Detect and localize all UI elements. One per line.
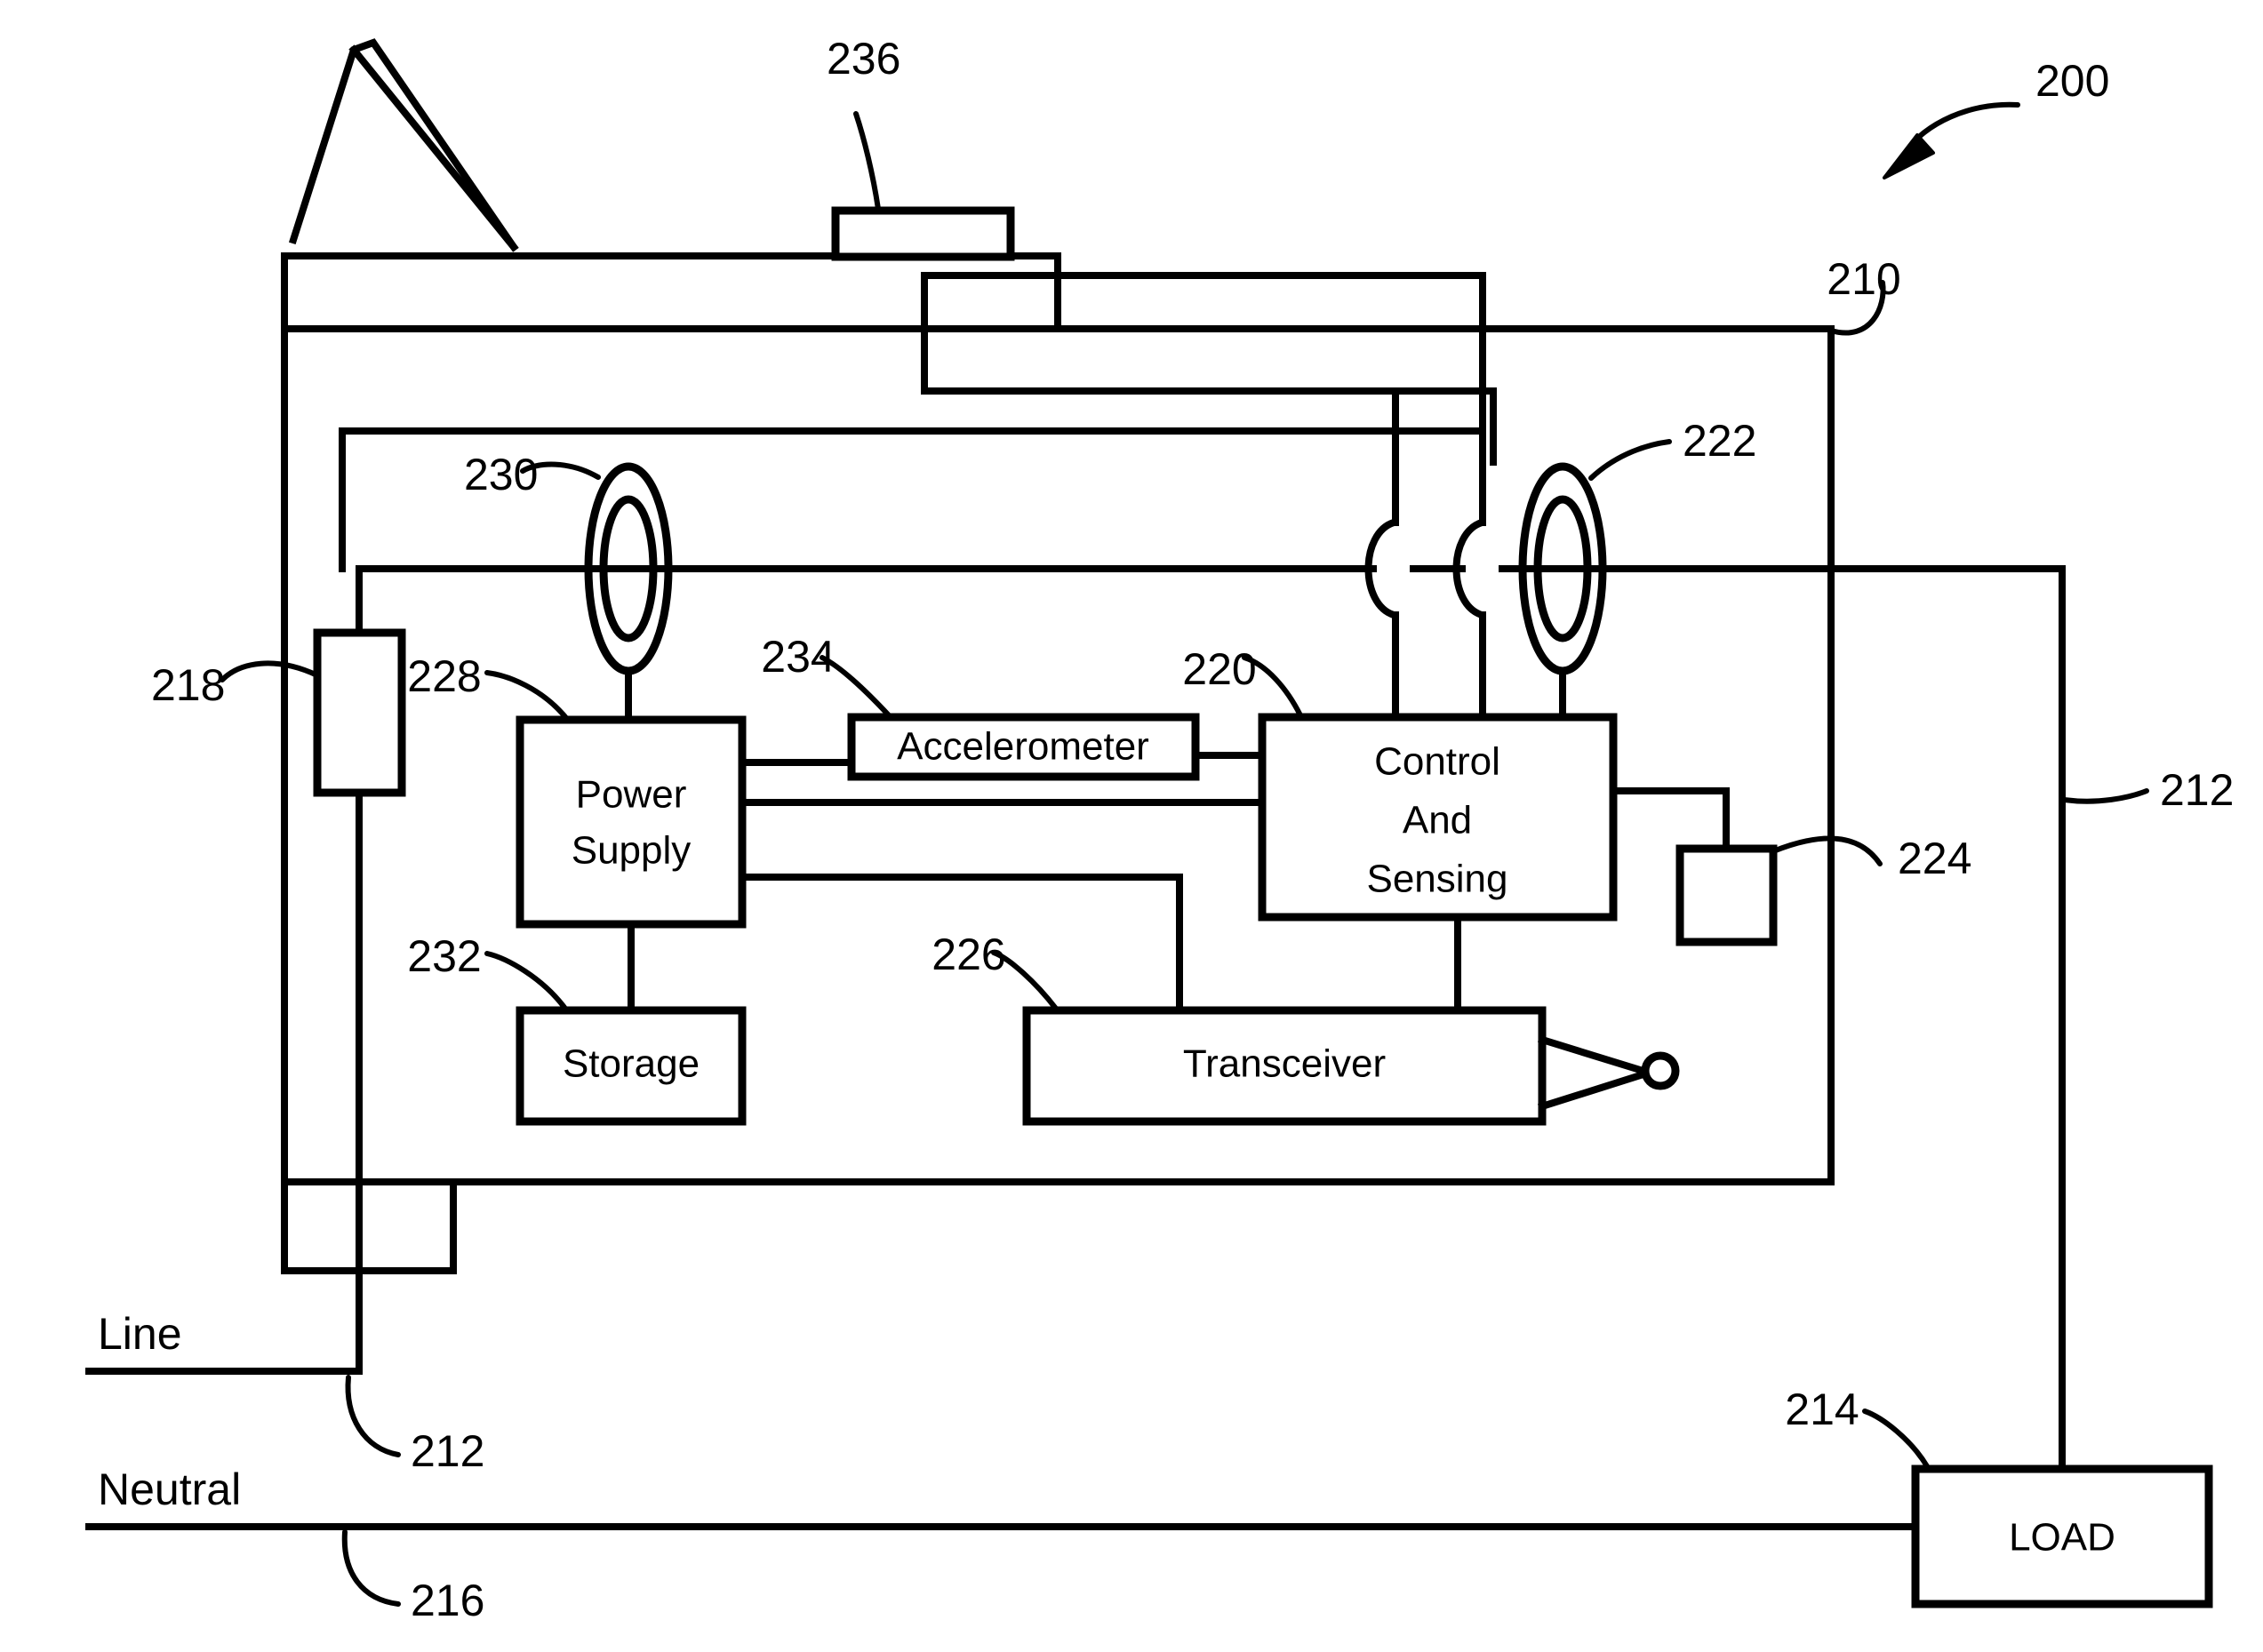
ref-234: 234 <box>761 632 835 682</box>
ref-232: 232 <box>407 931 481 981</box>
line-conductor-right <box>1827 565 2066 1532</box>
control-sensing-label-3: Sensing <box>1366 858 1507 901</box>
power-supply-label-2: Supply <box>572 829 692 873</box>
leader-216 <box>341 1529 401 1607</box>
ref-236: 236 <box>827 34 900 84</box>
ref-212-right: 212 <box>2160 765 2234 815</box>
switch-contact-218[interactable] <box>313 565 406 1185</box>
antenna-icon <box>1537 1034 1680 1112</box>
housing-bottom-terminal <box>281 1178 457 1274</box>
ref-224: 224 <box>1898 834 1971 883</box>
power-supply-block[interactable] <box>516 715 747 929</box>
control-sensing-label-1: Control <box>1374 740 1500 784</box>
power-supply-feed <box>339 427 363 636</box>
test-button-236[interactable] <box>831 206 1015 261</box>
power-supply-label-1: Power <box>576 773 687 817</box>
wire-control-sense-up <box>921 272 1486 395</box>
transceiver-label: Transceiver <box>1183 1042 1386 1086</box>
ref-210: 210 <box>1827 254 1900 304</box>
leader-214 <box>1862 1409 1930 1469</box>
ref-212-left: 212 <box>411 1426 484 1476</box>
accelerometer-label: Accelerometer <box>897 725 1149 769</box>
leader-224 <box>1771 835 1883 866</box>
ref-226: 226 <box>932 930 1005 979</box>
housing-faceplate <box>281 252 1061 332</box>
ref-230: 230 <box>464 450 538 499</box>
ref-220: 220 <box>1182 644 1256 694</box>
callout-arrow-icon <box>1883 101 2020 180</box>
toroid-coil-230 <box>584 462 673 723</box>
leader-212-left <box>345 1375 401 1457</box>
ref-216: 216 <box>411 1576 484 1625</box>
housing-inner-recess <box>339 272 1497 572</box>
patent-figure-page: 236 200 210 212 218 230 222 Power Supply… <box>0 0 2263 1652</box>
storage-block[interactable] <box>516 921 747 1126</box>
ref-214: 214 <box>1785 1385 1859 1434</box>
toggle-lever-icon[interactable] <box>288 38 519 252</box>
line-rail-label: Line <box>98 1309 182 1359</box>
ref-228: 228 <box>407 651 481 701</box>
indicator-224[interactable] <box>1610 787 1778 946</box>
circuit-diagram: 236 200 210 212 218 230 222 Power Supply… <box>85 34 2234 1625</box>
control-sensing-label-2: And <box>1403 799 1472 842</box>
leader-218 <box>220 660 320 682</box>
leader-236 <box>853 111 881 211</box>
leader-222 <box>1588 439 1672 481</box>
load-label: LOAD <box>2009 1516 2115 1560</box>
leader-228 <box>484 670 569 721</box>
leader-232 <box>484 951 568 1011</box>
neutral-rail-label: Neutral <box>98 1464 241 1514</box>
ref-222: 222 <box>1683 416 1756 466</box>
leader-212-right <box>2061 788 2149 804</box>
ref-218: 218 <box>151 660 225 710</box>
storage-label: Storage <box>563 1042 700 1086</box>
ref-200: 200 <box>2035 56 2109 106</box>
